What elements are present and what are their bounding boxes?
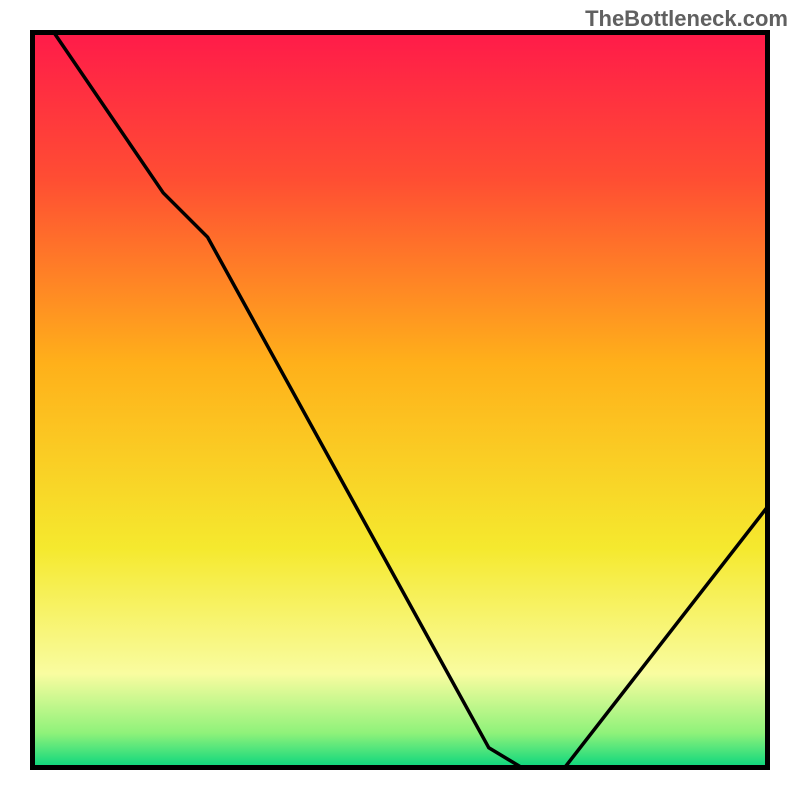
- gradient-bg: [30, 30, 770, 770]
- plot-svg: [30, 30, 770, 770]
- chart-container: TheBottleneck.com: [0, 0, 800, 800]
- watermark-text: TheBottleneck.com: [585, 6, 788, 32]
- plot-area: [30, 30, 770, 770]
